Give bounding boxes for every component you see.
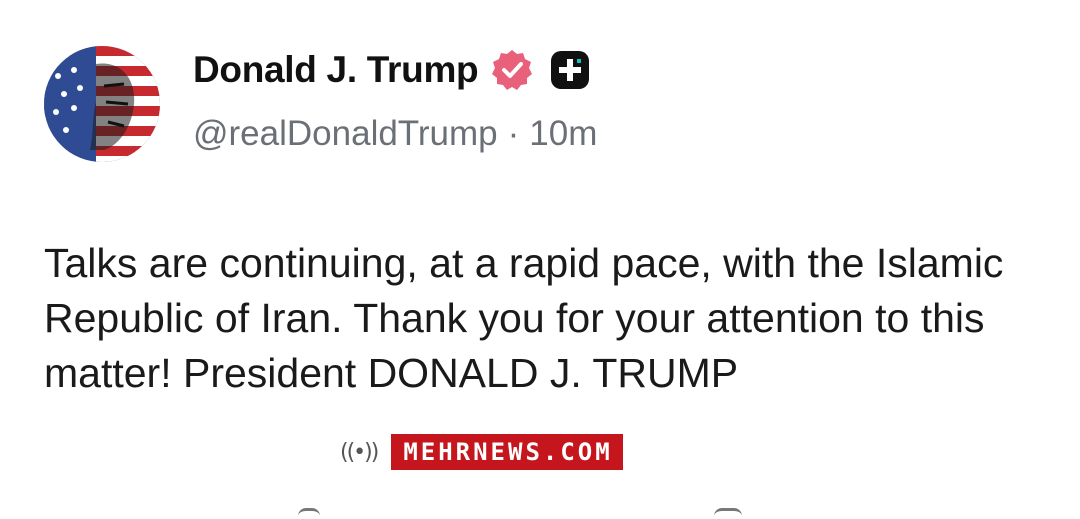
- watermark-label: MEHRNEWS.COM: [391, 434, 623, 470]
- author-name[interactable]: Donald J. Trump: [193, 49, 479, 91]
- avatar-image: [44, 46, 160, 162]
- post-time[interactable]: 10m: [529, 114, 597, 153]
- reply-icon[interactable]: [298, 508, 320, 519]
- share-icon[interactable]: [714, 508, 742, 519]
- verified-badge-icon: [490, 48, 534, 92]
- post-meta: @realDonaldTrump · 10m: [193, 114, 597, 154]
- plus-badge-icon: [550, 50, 590, 90]
- author-row: Donald J. Trump: [193, 44, 590, 96]
- post-text: Talks are continuing, at a rapid pace, w…: [44, 240, 1004, 396]
- meta-separator: ·: [507, 114, 520, 153]
- avatar[interactable]: [44, 46, 160, 162]
- broadcast-icon: ((•)): [340, 439, 379, 465]
- post-card: Donald J. Trump @realDonaldTrump · 10m Tal…: [0, 0, 1080, 519]
- watermark: ((•)) MEHRNEWS.COM: [340, 434, 623, 470]
- action-bar: [0, 508, 1080, 519]
- author-handle[interactable]: @realDonaldTrump: [193, 114, 498, 153]
